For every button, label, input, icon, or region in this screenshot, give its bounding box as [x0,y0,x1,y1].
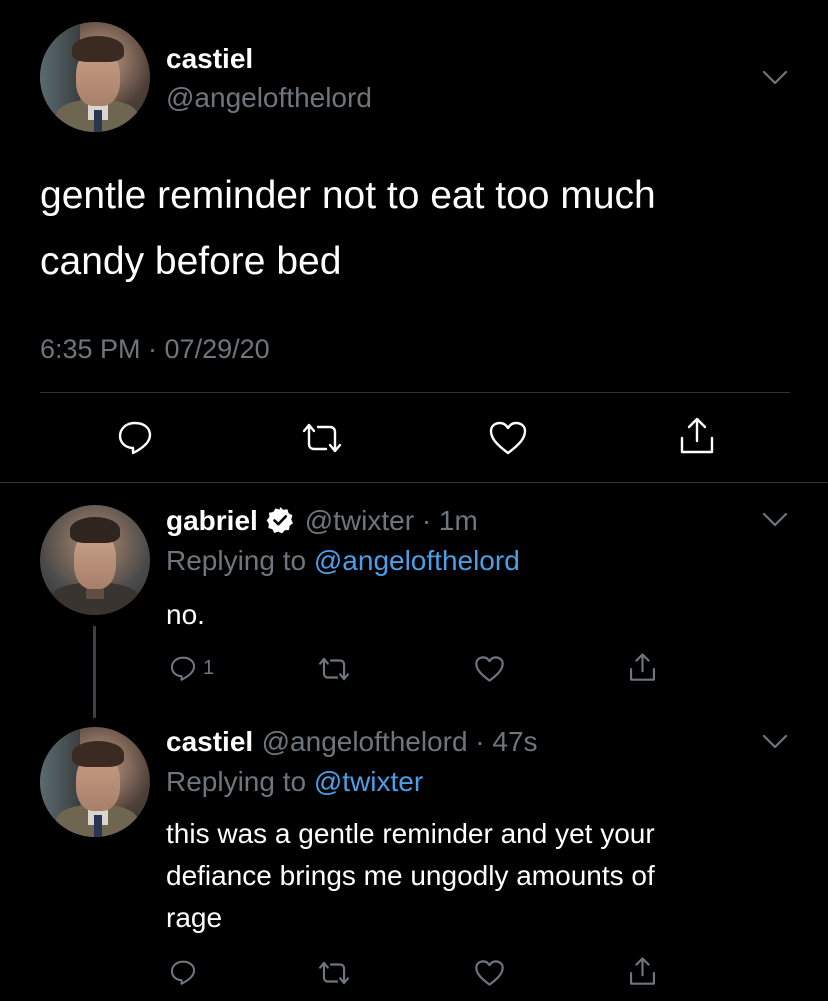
tweet-timestamp: 6:35 PM · 07/29/20 [40,334,270,364]
reply-text: no. [166,599,205,630]
share-icon[interactable] [678,416,716,456]
chevron-down-icon[interactable] [762,734,788,750]
reply-text: this was a gentle reminder and yet your … [166,818,655,933]
replying-to: Replying to @twixter [166,766,424,797]
replying-to: Replying to @angelofthelord [166,545,520,576]
reply-header: gabriel @twixter · 1m [166,505,478,537]
retweet-icon[interactable] [317,656,351,682]
reply-icon[interactable] [116,418,154,456]
author-name[interactable]: castiel [166,43,253,75]
retweet-icon[interactable] [300,422,344,454]
replying-to-link[interactable]: @twixter [314,766,423,797]
divider [40,392,790,393]
retweet-icon[interactable] [317,960,351,986]
handle-timestamp[interactable]: @angelofthelord · 47s [262,726,538,757]
verified-badge-icon [266,506,294,534]
chevron-down-icon[interactable] [762,70,788,86]
replying-to-link[interactable]: @angelofthelord [314,545,520,576]
avatar-castiel[interactable] [40,727,150,837]
share-icon[interactable] [628,956,657,987]
thread-line [93,626,96,718]
handle-timestamp[interactable]: @twixter · 1m [305,505,478,536]
reply-icon[interactable]: 1 [169,654,214,682]
author-name[interactable]: gabriel [166,505,258,536]
reply-count: 1 [203,656,215,679]
tweet-text: gentle reminder not to eat too much cand… [40,174,656,283]
like-icon[interactable] [474,655,505,683]
author-name[interactable]: castiel [166,726,253,757]
reply-icon[interactable] [169,958,197,986]
author-handle[interactable]: @angelofthelord [166,82,372,114]
like-icon[interactable] [474,959,505,987]
chevron-down-icon[interactable] [762,512,788,528]
divider [0,482,828,483]
share-icon[interactable] [628,652,657,683]
like-icon[interactable] [488,420,528,456]
reply-header: castiel @angelofthelord · 47s [166,726,538,758]
avatar-gabriel[interactable] [40,505,150,615]
avatar-castiel[interactable] [40,22,150,132]
